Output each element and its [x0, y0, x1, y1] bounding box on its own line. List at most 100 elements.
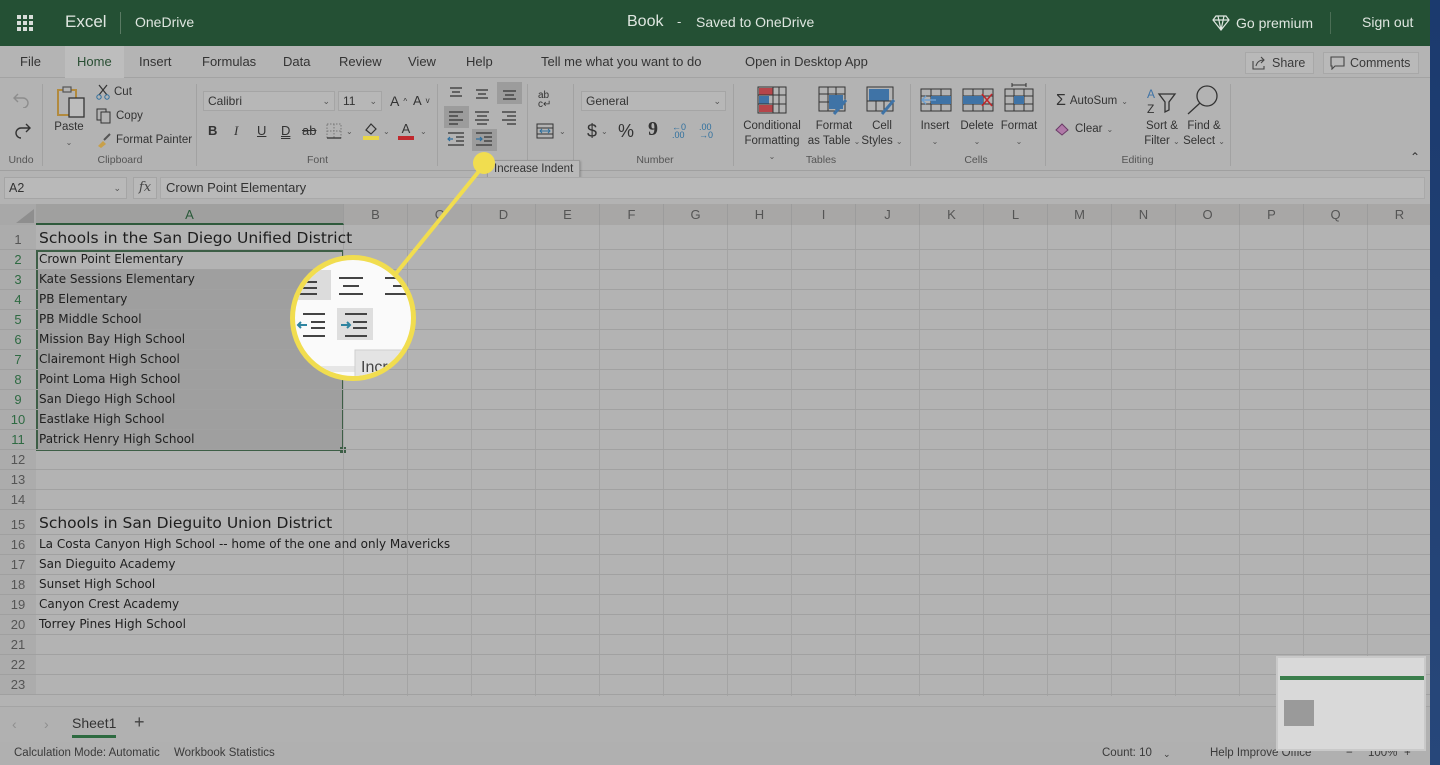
chevron-down-icon[interactable]: ⌄: [1163, 749, 1171, 760]
paste-button[interactable]: Paste: [50, 120, 88, 135]
cell-a16[interactable]: La Costa Canyon High School -- home of t…: [39, 537, 450, 551]
app-name[interactable]: Excel: [65, 0, 107, 46]
column-header-j[interactable]: J: [856, 204, 920, 225]
comma-style-button[interactable]: 9: [648, 118, 658, 141]
redo-icon[interactable]: [12, 122, 32, 140]
shrink-font-button[interactable]: Av: [413, 93, 430, 108]
add-sheet-button[interactable]: +: [134, 712, 145, 733]
insert-function-button[interactable]: fx: [133, 177, 157, 199]
cell-a1[interactable]: Schools in the San Diego Unified Distric…: [39, 229, 352, 247]
app-launcher-icon[interactable]: [17, 15, 33, 31]
formula-input[interactable]: Crown Point Elementary: [160, 177, 1425, 199]
open-in-desktop-app[interactable]: Open in Desktop App: [745, 46, 868, 78]
format-cells-icon[interactable]: [1004, 83, 1034, 113]
column-header-e[interactable]: E: [536, 204, 600, 225]
column-header-n[interactable]: N: [1112, 204, 1176, 225]
find-select-button[interactable]: Find & Select ⌄: [1180, 119, 1228, 149]
row-header-2[interactable]: 2: [0, 250, 36, 270]
share-button[interactable]: Share: [1245, 52, 1315, 74]
align-center-icon[interactable]: [471, 107, 493, 127]
row-header-5[interactable]: 5: [0, 310, 36, 330]
copy-button[interactable]: Copy: [96, 108, 143, 124]
delete-cells-icon[interactable]: [962, 88, 994, 112]
previous-sheet-chevron-left-icon[interactable]: ‹: [12, 716, 17, 732]
row-header-15[interactable]: 15: [0, 510, 36, 535]
cell-styles-button[interactable]: Cell Styles ⌄: [860, 119, 904, 149]
paste-icon[interactable]: [55, 85, 87, 119]
column-header-b[interactable]: B: [344, 204, 408, 225]
next-sheet-chevron-right-icon[interactable]: ›: [44, 716, 49, 732]
column-header-c[interactable]: C: [408, 204, 472, 225]
increase-indent-icon[interactable]: [472, 129, 497, 151]
row-header-23[interactable]: 23: [0, 675, 36, 695]
sort-filter-button[interactable]: Sort & Filter ⌄: [1138, 119, 1186, 149]
font-size-select[interactable]: 11 ⌄: [338, 91, 382, 111]
format-button[interactable]: Format ⌄: [999, 119, 1039, 149]
row-header-22[interactable]: 22: [0, 655, 36, 675]
row-header-10[interactable]: 10: [0, 410, 36, 430]
column-header-i[interactable]: I: [792, 204, 856, 225]
grow-font-button[interactable]: A ^: [390, 93, 407, 109]
column-header-p[interactable]: P: [1240, 204, 1304, 225]
cell-a9[interactable]: San Diego High School: [39, 392, 175, 406]
column-header-g[interactable]: G: [664, 204, 728, 225]
row-header-4[interactable]: 4: [0, 290, 36, 310]
column-header-d[interactable]: D: [472, 204, 536, 225]
tab-data[interactable]: Data: [283, 46, 310, 78]
cell-a7[interactable]: Clairemont High School: [39, 352, 180, 366]
conditional-formatting-icon[interactable]: [757, 86, 787, 114]
number-format-select[interactable]: General ⌄: [581, 91, 726, 111]
row-header-11[interactable]: 11: [0, 430, 36, 450]
row-header-6[interactable]: 6: [0, 330, 36, 350]
sign-out-button[interactable]: Sign out: [1362, 0, 1413, 46]
insert-button[interactable]: Insert ⌄: [915, 119, 955, 149]
autosum-button[interactable]: Σ AutoSum ⌄: [1056, 92, 1128, 110]
row-header-3[interactable]: 3: [0, 270, 36, 290]
location-link[interactable]: OneDrive: [135, 0, 194, 46]
tab-formulas[interactable]: Formulas: [202, 46, 256, 78]
row-header-14[interactable]: 14: [0, 490, 36, 510]
cell-a3[interactable]: Kate Sessions Elementary: [39, 272, 195, 286]
workbook-statistics[interactable]: Workbook Statistics: [174, 747, 275, 759]
cell-a10[interactable]: Eastlake High School: [39, 412, 165, 426]
merge-center-icon[interactable]: [536, 123, 554, 139]
comments-button[interactable]: Comments: [1323, 52, 1420, 74]
format-painter-button[interactable]: Format Painter: [96, 132, 192, 148]
count-readout[interactable]: Count: 10: [1102, 747, 1152, 759]
underline-button[interactable]: U: [257, 123, 266, 138]
cell-a20[interactable]: Torrey Pines High School: [39, 617, 186, 631]
percent-button[interactable]: %: [618, 121, 634, 142]
double-underline-button[interactable]: D: [281, 123, 290, 138]
currency-button[interactable]: $ ⌄: [587, 121, 608, 142]
row-header-8[interactable]: 8: [0, 370, 36, 390]
row-header-19[interactable]: 19: [0, 595, 36, 615]
cell-a15[interactable]: Schools in San Dieguito Union District: [39, 514, 332, 532]
conditional-formatting-button[interactable]: Conditional Formatting ⌄: [740, 119, 804, 164]
borders-dropdown-chevron-icon[interactable]: ⌄: [346, 127, 353, 136]
document-title[interactable]: Book: [627, 0, 663, 46]
row-header-20[interactable]: 20: [0, 615, 36, 635]
row-header-17[interactable]: 17: [0, 555, 36, 575]
tab-insert[interactable]: Insert: [139, 46, 172, 78]
tab-file[interactable]: File: [20, 46, 41, 78]
cell-a2[interactable]: Crown Point Elementary: [39, 252, 183, 266]
row-header-7[interactable]: 7: [0, 350, 36, 370]
increase-decimal-icon[interactable]: ←0.00: [672, 123, 686, 140]
cell-a11[interactable]: Patrick Henry High School: [39, 432, 194, 446]
font-color-button[interactable]: A: [398, 121, 414, 140]
tab-review[interactable]: Review: [339, 46, 382, 78]
bold-button[interactable]: B: [208, 123, 217, 138]
search-icon[interactable]: [1186, 84, 1220, 116]
column-header-f[interactable]: F: [600, 204, 664, 225]
row-header-21[interactable]: 21: [0, 635, 36, 655]
row-header-12[interactable]: 12: [0, 450, 36, 470]
cell-a18[interactable]: Sunset High School: [39, 577, 155, 591]
font-color-dropdown-chevron-icon[interactable]: ⌄: [420, 127, 427, 136]
fill-color-dropdown-chevron-icon[interactable]: ⌄: [383, 127, 390, 136]
format-as-table-icon[interactable]: [818, 86, 848, 116]
insert-cells-icon[interactable]: [920, 88, 952, 112]
select-all-button[interactable]: [0, 204, 36, 225]
row-header-9[interactable]: 9: [0, 390, 36, 410]
wrap-text-button[interactable]: ab c↵: [538, 91, 551, 110]
align-right-icon[interactable]: [498, 107, 520, 127]
